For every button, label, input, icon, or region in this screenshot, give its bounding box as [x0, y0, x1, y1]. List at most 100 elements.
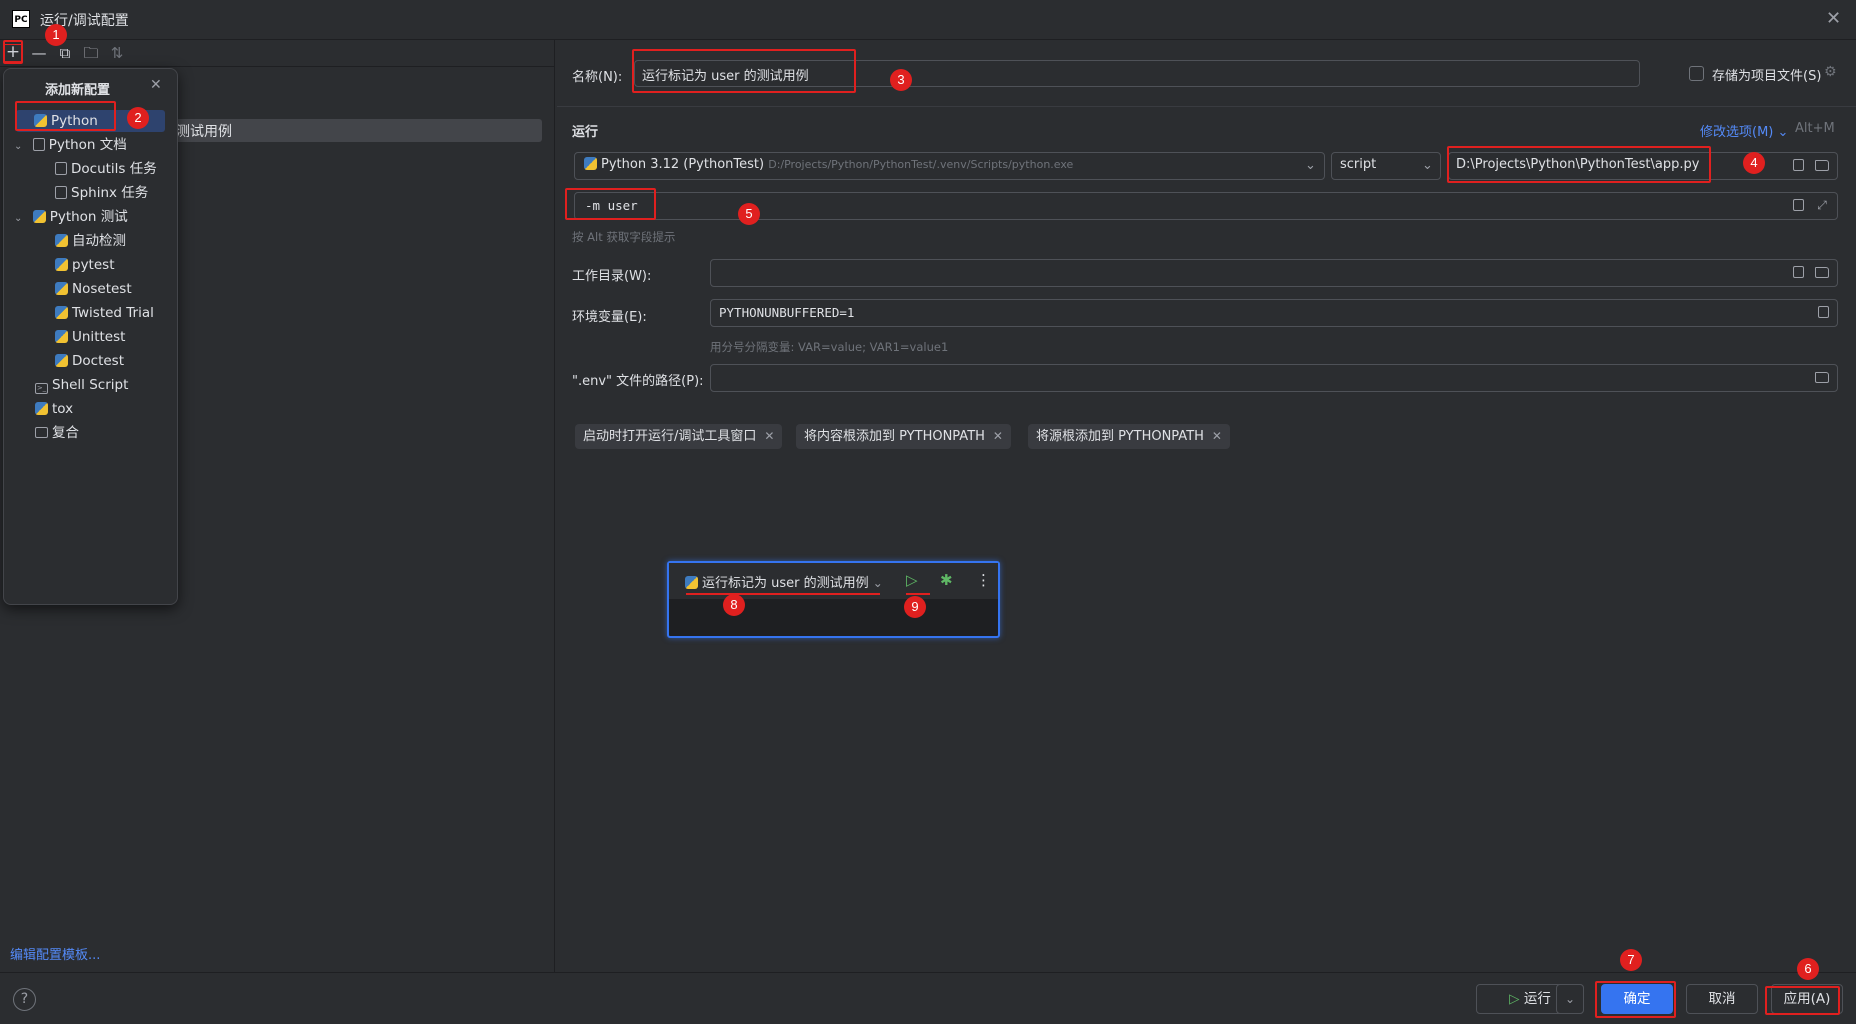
popup-item-label: Python 文档: [48, 137, 127, 153]
annotation-badge: 4: [1743, 152, 1765, 174]
remove-chip-icon[interactable]: ✕: [1212, 429, 1222, 443]
popup-item-doctest[interactable]: Doctest: [55, 350, 124, 372]
chevron-down-icon[interactable]: ⌄: [14, 213, 22, 224]
annotation-box: [3, 40, 23, 64]
popup-item-python-tests[interactable]: ⌄ Python 测试: [14, 206, 128, 228]
workdir-input[interactable]: [710, 259, 1838, 287]
help-icon[interactable]: ?: [13, 988, 36, 1011]
chip-label: 将源根添加到 PYTHONPATH: [1036, 429, 1204, 444]
store-as-file-label: 存储为项目文件(S): [1712, 69, 1822, 84]
list-icon[interactable]: [1818, 306, 1829, 318]
popup-item-python-docs[interactable]: ⌄ Python 文档: [14, 134, 127, 156]
sort-icon[interactable]: ⇅: [108, 44, 126, 62]
interpreter-value: Python 3.12 (PythonTest) D:/Projects/Pyt…: [584, 157, 1073, 172]
python-icon: [35, 402, 48, 415]
annotation-badge: 2: [127, 107, 149, 129]
annotation-badge: 7: [1620, 949, 1642, 971]
popup-item-nosetest[interactable]: Nosetest: [55, 278, 132, 300]
shell-icon: >_: [35, 383, 48, 394]
dotenv-input[interactable]: [710, 364, 1838, 392]
popup-item-docutils[interactable]: Docutils 任务: [55, 158, 157, 180]
popup-item-compound[interactable]: 复合: [35, 422, 79, 444]
chevron-down-icon: ⌄: [1777, 125, 1789, 140]
title-bar: [0, 0, 1856, 40]
option-chip[interactable]: 将源根添加到 PYTHONPATH ✕: [1028, 424, 1230, 449]
popup-item-twisted-trial[interactable]: Twisted Trial: [55, 302, 154, 324]
chevron-down-icon: ⌄: [872, 576, 883, 590]
params-hint: 按 Alt 获取字段提示: [572, 230, 676, 244]
copy-icon[interactable]: ⧉: [56, 44, 74, 62]
run-config-selector[interactable]: 运行标记为 user 的测试用例 ⌄: [685, 572, 883, 591]
close-icon[interactable]: ✕: [1826, 8, 1841, 29]
popup-item-label: 复合: [52, 425, 79, 441]
list-icon[interactable]: [1793, 199, 1804, 211]
edit-templates-link[interactable]: 编辑配置模板...: [10, 944, 100, 963]
annotation-box: [1595, 981, 1676, 1018]
doc-icon: [55, 186, 67, 199]
config-tree-item-label: 测试用例: [176, 124, 232, 140]
run-config-name: 运行标记为 user 的测试用例: [702, 576, 869, 591]
annotation-badge: 5: [738, 203, 760, 225]
popup-item-label: Unittest: [72, 329, 126, 345]
env-input[interactable]: [710, 299, 1838, 327]
annotation-badge: 9: [904, 596, 926, 618]
collapse-icon[interactable]: ✕: [150, 77, 162, 93]
chip-label: 启动时打开运行/调试工具窗口: [583, 429, 757, 444]
run-icon[interactable]: ▷: [906, 571, 918, 589]
debug-icon[interactable]: ✱: [940, 571, 953, 589]
folder-icon[interactable]: [1815, 160, 1829, 171]
popup-item-shell-script[interactable]: >_ Shell Script: [35, 374, 128, 396]
python-icon: [584, 157, 597, 170]
script-params-input[interactable]: [574, 192, 1838, 220]
annotation-underline: [906, 593, 930, 595]
name-label: 名称(N):: [572, 70, 623, 85]
modify-options-link[interactable]: 修改选项(M) ⌄: [1700, 121, 1788, 140]
chevron-down-icon[interactable]: ⌄: [1305, 158, 1316, 173]
annotation-box: [15, 101, 116, 131]
modify-options-label: 修改选项(M): [1700, 125, 1774, 140]
chip-label: 将内容根添加到 PYTHONPATH: [804, 429, 985, 444]
popup-item-tox[interactable]: tox: [35, 398, 73, 420]
popup-item-pytest[interactable]: pytest: [55, 254, 114, 276]
modify-options-shortcut: Alt+M: [1795, 121, 1835, 136]
python-test-icon: [55, 282, 68, 295]
annotation-badge: 6: [1797, 958, 1819, 980]
target-type-value: script: [1340, 157, 1377, 172]
folder-icon[interactable]: [1815, 372, 1829, 383]
expand-icon[interactable]: ⤢: [1815, 198, 1829, 212]
popup-item-label: Nosetest: [72, 281, 132, 297]
popup-item-label: Shell Script: [52, 377, 129, 393]
python-test-icon: [55, 330, 68, 343]
gear-icon[interactable]: ⚙: [1824, 64, 1837, 80]
remove-chip-icon[interactable]: ✕: [764, 429, 774, 443]
chevron-down-icon[interactable]: ⌄: [1422, 158, 1433, 173]
popup-item-autodetect[interactable]: 自动检测: [55, 230, 126, 252]
list-icon[interactable]: [1793, 159, 1804, 171]
option-chip[interactable]: 将内容根添加到 PYTHONPATH ✕: [796, 424, 1011, 449]
store-as-file-checkbox[interactable]: [1689, 66, 1704, 81]
python-icon: [32, 210, 46, 223]
chevron-down-icon[interactable]: ⌄: [14, 141, 22, 152]
annotation-badge: 8: [723, 594, 745, 616]
chevron-down-icon: ⌄: [1564, 992, 1576, 1006]
more-icon[interactable]: ⋮: [976, 571, 991, 589]
popup-item-label: pytest: [72, 257, 115, 273]
folder-icon[interactable]: [1815, 267, 1829, 278]
python-icon: [685, 576, 698, 589]
pycharm-logo-icon: PC: [12, 10, 30, 28]
env-label: 环境变量(E):: [572, 310, 647, 325]
popup-item-unittest[interactable]: Unittest: [55, 326, 125, 348]
cancel-button[interactable]: 取消: [1686, 984, 1758, 1014]
annotation-box: [565, 188, 656, 220]
folder-icon[interactable]: 🗀: [82, 44, 100, 62]
annotation-underline: [686, 593, 880, 595]
popup-title: 添加新配置: [45, 83, 111, 98]
remove-chip-icon[interactable]: ✕: [993, 429, 1003, 443]
remove-icon[interactable]: —: [30, 44, 48, 62]
popup-item-label: Docutils 任务: [71, 161, 157, 177]
option-chip[interactable]: 启动时打开运行/调试工具窗口 ✕: [575, 424, 783, 449]
list-icon[interactable]: [1793, 266, 1804, 278]
popup-item-sphinx[interactable]: Sphinx 任务: [55, 182, 148, 204]
run-dropdown[interactable]: ⌄: [1556, 984, 1584, 1014]
divider: [557, 106, 1856, 107]
